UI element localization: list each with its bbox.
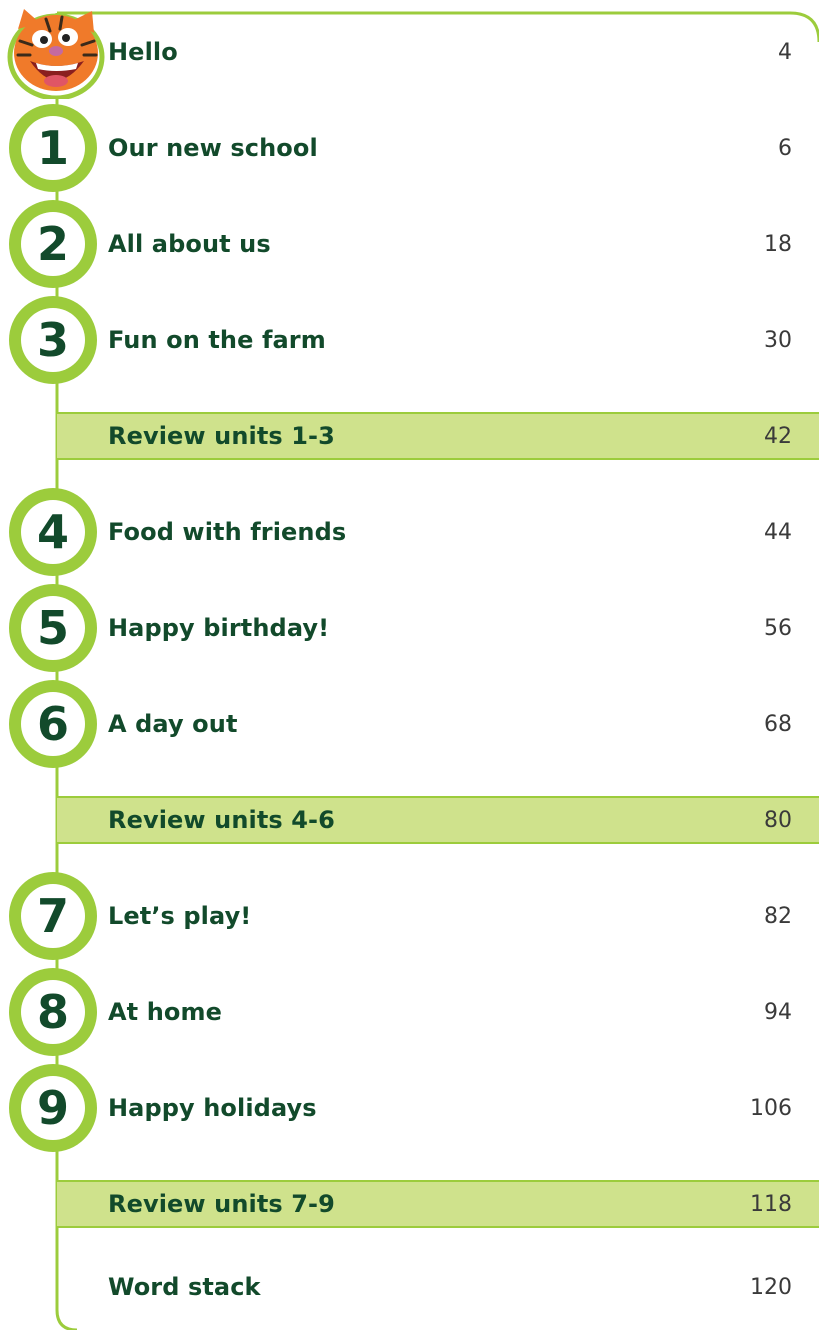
unit-number: 6	[21, 692, 85, 756]
toc-entry-page: 106	[750, 1095, 792, 1121]
unit-number: 2	[21, 212, 85, 276]
toc-entry-review-1-3[interactable]: Review units 1-3 42	[57, 412, 819, 460]
toc-entry-title: Fun on the farm	[108, 326, 326, 354]
toc-entry-title: Happy holidays	[108, 1094, 317, 1122]
unit-number-badge: 1	[9, 104, 97, 192]
review-title: Review units 1-3	[108, 422, 335, 450]
toc-entry-page: 30	[764, 327, 792, 353]
tiger-mascot-icon	[7, 9, 105, 99]
unit-number-badge: 3	[9, 296, 97, 384]
unit-number-badge: 5	[9, 584, 97, 672]
review-title: Review units 7-9	[108, 1190, 335, 1218]
toc-entry-unit-8[interactable]: 8 At home 94	[0, 964, 819, 1060]
toc-entry-title: Food with friends	[108, 518, 347, 546]
toc-entry-page: 56	[764, 615, 792, 641]
unit-number: 5	[21, 596, 85, 660]
toc-entry-page: 44	[764, 519, 792, 545]
toc-entry-page: 120	[750, 1274, 792, 1300]
toc-entry-page: 4	[778, 39, 792, 65]
toc-entry-unit-2[interactable]: 2 All about us 18	[0, 196, 819, 292]
review-page: 80	[764, 807, 792, 833]
toc-entry-hello[interactable]: Hello 4	[0, 4, 819, 100]
toc-entry-page: 68	[764, 711, 792, 737]
toc-entry-title: Happy birthday!	[108, 614, 330, 642]
toc-entry-page: 94	[764, 999, 792, 1025]
toc-entry-unit-4[interactable]: 4 Food with friends 44	[0, 484, 819, 580]
unit-number: 8	[21, 980, 85, 1044]
toc-entry-page: 82	[764, 903, 792, 929]
unit-number: 4	[21, 500, 85, 564]
toc-entry-unit-9[interactable]: 9 Happy holidays 106	[0, 1060, 819, 1156]
unit-number: 9	[21, 1076, 85, 1140]
toc-entry-word-stack[interactable]: Word stack 120	[0, 1252, 819, 1322]
toc-entry-title: Word stack	[108, 1273, 261, 1301]
toc-entry-title: A day out	[108, 710, 238, 738]
toc-entry-title: Let’s play!	[108, 902, 252, 930]
toc-entry-title: All about us	[108, 230, 271, 258]
unit-number: 1	[21, 116, 85, 180]
toc-entry-title: At home	[108, 998, 222, 1026]
unit-number-badge: 4	[9, 488, 97, 576]
unit-number-badge: 7	[9, 872, 97, 960]
toc-entry-page: 18	[764, 231, 792, 257]
unit-number-badge: 8	[9, 968, 97, 1056]
unit-number-badge: 9	[9, 1064, 97, 1152]
unit-number-badge: 2	[9, 200, 97, 288]
unit-number-badge: 6	[9, 680, 97, 768]
toc-entry-unit-1[interactable]: 1 Our new school 6	[0, 100, 819, 196]
toc-entry-unit-3[interactable]: 3 Fun on the farm 30	[0, 292, 819, 388]
toc-entry-title: Hello	[108, 38, 178, 66]
review-page: 42	[764, 423, 792, 449]
toc-entry-unit-6[interactable]: 6 A day out 68	[0, 676, 819, 772]
toc-entry-title: Our new school	[108, 134, 318, 162]
review-page: 118	[750, 1191, 792, 1217]
toc-entry-review-7-9[interactable]: Review units 7-9 118	[57, 1180, 819, 1228]
toc-entry-review-4-6[interactable]: Review units 4-6 80	[57, 796, 819, 844]
review-title: Review units 4-6	[108, 806, 335, 834]
toc-entry-page: 6	[778, 135, 792, 161]
unit-number: 3	[21, 308, 85, 372]
toc-entry-unit-5[interactable]: 5 Happy birthday! 56	[0, 580, 819, 676]
unit-number: 7	[21, 884, 85, 948]
toc-entry-unit-7[interactable]: 7 Let’s play! 82	[0, 868, 819, 964]
